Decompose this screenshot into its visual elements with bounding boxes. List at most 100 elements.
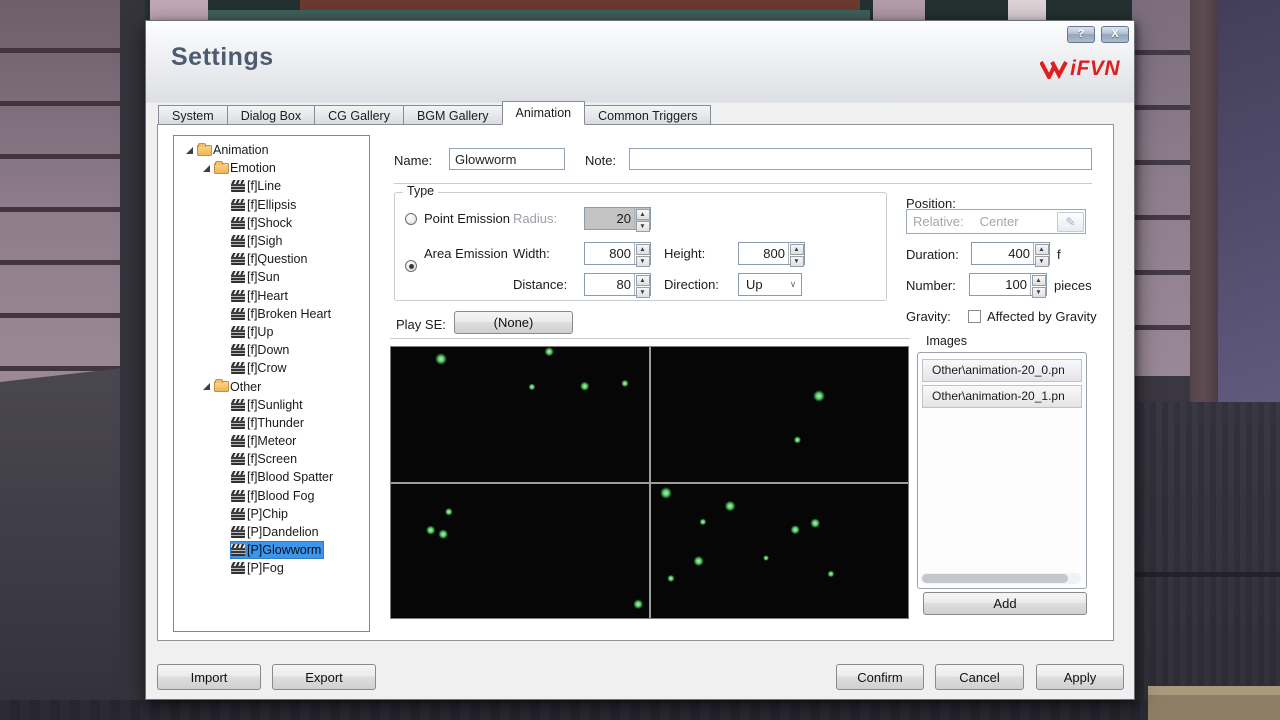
glow-particle [633, 600, 643, 610]
tree-item[interactable]: [f]Thunder [174, 414, 369, 432]
tree-item[interactable]: [f]Blood Spatter [174, 468, 369, 486]
tree-item-content: [f]Blood Spatter [231, 469, 335, 485]
spin-down-icon[interactable]: ▼ [790, 256, 804, 267]
number-value: 100 [970, 274, 1030, 295]
images-hscrollbar-thumb[interactable] [922, 574, 1068, 583]
tree-item[interactable]: [f]Broken Heart [174, 305, 369, 323]
spin-up-icon[interactable]: ▲ [636, 209, 650, 220]
tree-item[interactable]: [P]Chip [174, 505, 369, 523]
tree-item[interactable]: [f]Down [174, 341, 369, 359]
spin-up-icon[interactable]: ▲ [790, 244, 804, 255]
expander-slot [216, 253, 231, 265]
tree-item[interactable]: [f]Blood Fog [174, 487, 369, 505]
spin-up-icon[interactable]: ▲ [636, 244, 650, 255]
images-group: Other\animation-20_0.pn Other\animation-2… [917, 352, 1087, 589]
tree-item[interactable]: [f]Heart [174, 287, 369, 305]
tab-system[interactable]: System [158, 105, 228, 125]
glow-particle [621, 380, 628, 387]
tree-item[interactable]: [f]Ellipsis [174, 196, 369, 214]
tree-item[interactable]: [P]Glowworm [174, 541, 369, 559]
duration-spinner[interactable]: 400 ▲▼ [971, 242, 1050, 265]
position-relative-field: Relative: Center ✎ [906, 209, 1086, 234]
spin-down-icon[interactable]: ▼ [1032, 287, 1046, 298]
clapperboard-icon [231, 271, 245, 283]
spin-down-icon[interactable]: ▼ [1035, 256, 1049, 267]
tab-common-triggers[interactable]: Common Triggers [584, 105, 711, 125]
glow-particle [445, 508, 453, 516]
tab-bgm-gallery[interactable]: BGM Gallery [403, 105, 503, 125]
gravity-checkbox[interactable] [968, 310, 981, 323]
tree-item[interactable]: Emotion [174, 159, 369, 177]
tree-item[interactable]: [f]Sigh [174, 232, 369, 250]
expander-icon[interactable] [199, 162, 214, 174]
tree-item[interactable]: [f]Line [174, 177, 369, 195]
width-spinner[interactable]: 800 ▲▼ [584, 242, 651, 265]
tree-item[interactable]: [f]Question [174, 250, 369, 268]
point-emission-label: Point Emission [424, 211, 510, 226]
glow-particle [794, 436, 801, 443]
tree-item-content: [f]Question [231, 251, 309, 267]
distance-label: Distance: [513, 277, 567, 292]
background-tatami-floor [1132, 402, 1280, 720]
spin-up-icon[interactable]: ▲ [636, 275, 650, 286]
tree-item[interactable]: [f]Crow [174, 359, 369, 377]
spin-down-icon[interactable]: ▼ [636, 256, 650, 267]
note-input[interactable] [629, 148, 1092, 170]
tree-item[interactable]: [f]Sun [174, 268, 369, 286]
area-emission-radio[interactable] [405, 260, 417, 272]
export-button[interactable]: Export [272, 664, 376, 690]
apply-button[interactable]: Apply [1036, 664, 1124, 690]
distance-spinner[interactable]: 80 ▲▼ [584, 273, 651, 296]
images-hscrollbar[interactable] [921, 573, 1081, 584]
tab-dialog-box[interactable]: Dialog Box [227, 105, 315, 125]
tree-item[interactable]: [P]Dandelion [174, 523, 369, 541]
spin-up-icon[interactable]: ▲ [1032, 275, 1046, 286]
image-list-item[interactable]: Other\animation-20_0.pn [922, 359, 1082, 382]
close-button[interactable]: X [1101, 26, 1129, 43]
tree-item[interactable]: [f]Sunlight [174, 396, 369, 414]
tree-item[interactable]: [f]Screen [174, 450, 369, 468]
tree: AnimationEmotion[f]Line[f]Ellipsis[f]Sho… [173, 135, 370, 632]
spin-down-icon[interactable]: ▼ [636, 221, 650, 232]
image-list-item[interactable]: Other\animation-20_1.pn [922, 385, 1082, 408]
glow-particle [699, 518, 706, 525]
tree-item-label: [f]Question [247, 251, 309, 267]
expander-icon[interactable] [199, 381, 214, 393]
height-spinner[interactable]: 800 ▲▼ [738, 242, 805, 265]
glow-particle [790, 525, 800, 535]
edit-position-button[interactable]: ✎ [1057, 212, 1084, 232]
point-emission-radio[interactable] [405, 213, 417, 225]
clapperboard-icon [231, 453, 245, 465]
tree-item[interactable]: [f]Meteor [174, 432, 369, 450]
tree-item-content: [f]Sigh [231, 233, 284, 249]
play-se-button[interactable]: (None) [454, 311, 573, 334]
tree-item[interactable]: Other [174, 377, 369, 395]
spin-down-icon[interactable]: ▼ [636, 287, 650, 298]
preview-canvas[interactable] [390, 346, 909, 619]
title-bar [146, 21, 1134, 103]
name-input[interactable] [449, 148, 565, 170]
import-button[interactable]: Import [157, 664, 261, 690]
tree-item-label: Emotion [230, 160, 278, 176]
help-button[interactable]: ? [1067, 26, 1095, 43]
tree-item[interactable]: [f]Up [174, 323, 369, 341]
glow-particle [763, 555, 769, 561]
tab-cg-gallery[interactable]: CG Gallery [314, 105, 404, 125]
tree-item[interactable]: [P]Fog [174, 559, 369, 577]
tree-item-label: [f]Up [247, 324, 275, 340]
add-image-button[interactable]: Add [923, 592, 1087, 615]
spin-up-icon[interactable]: ▲ [1035, 244, 1049, 255]
clapperboard-icon [231, 544, 245, 556]
tree-item-label: [f]Thunder [247, 415, 306, 431]
expander-icon[interactable] [182, 144, 197, 156]
confirm-button[interactable]: Confirm [836, 664, 924, 690]
cancel-button[interactable]: Cancel [935, 664, 1024, 690]
tree-item-content: Emotion [214, 160, 278, 176]
direction-dropdown[interactable]: Up ∨ [738, 273, 802, 296]
note-label: Note: [585, 153, 616, 168]
number-spinner[interactable]: 100 ▲▼ [969, 273, 1047, 296]
tree-item[interactable]: Animation [174, 141, 369, 159]
tree-item[interactable]: [f]Shock [174, 214, 369, 232]
tab-animation[interactable]: Animation [502, 101, 586, 125]
number-unit: pieces [1054, 278, 1092, 293]
